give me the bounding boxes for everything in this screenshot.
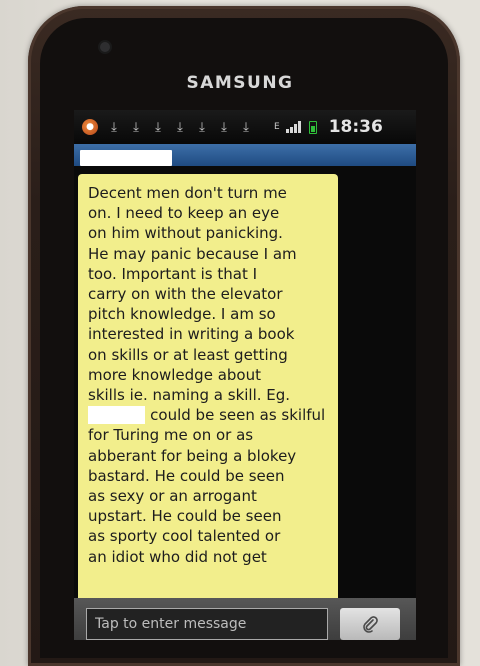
message-composer	[74, 598, 416, 640]
front-camera	[100, 42, 110, 52]
contact-name-redacted	[80, 150, 172, 166]
download-icon: ⤓	[199, 119, 205, 135]
phone-screen: ● ⤓ ⤓ ⤓ ⤓ ⤓ ⤓ ⤓ E 18:36 Decent men don't…	[74, 110, 416, 640]
download-icon: ⤓	[177, 119, 183, 135]
status-bar[interactable]: ● ⤓ ⤓ ⤓ ⤓ ⤓ ⤓ ⤓ E 18:36	[74, 110, 416, 144]
app-notification-icon: ●	[82, 119, 98, 135]
signal-icon	[285, 121, 301, 133]
message-line: skills ie. naming a skill. Eg.	[88, 386, 291, 405]
attach-button[interactable]	[340, 608, 400, 640]
message-line: as sexy or an arrogant	[88, 487, 257, 506]
message-line: on skills or at least getting	[88, 345, 288, 364]
message-line: an idiot who did not get	[88, 547, 267, 566]
message-line: as sporty cool talented or	[88, 527, 281, 546]
message-line: too. Important is that I	[88, 264, 258, 283]
message-line: interested in writing a book	[88, 325, 295, 344]
network-type: E	[274, 122, 280, 132]
message-line: could be seen as skilful	[150, 406, 326, 425]
download-icon: ⤓	[155, 119, 161, 135]
message-bubble[interactable]: Decent men don't turn me on. I need to k…	[78, 174, 338, 604]
message-line: on. I need to keep an eye	[88, 204, 280, 223]
message-line: abberant for being a blokey	[88, 446, 297, 465]
message-input[interactable]	[86, 608, 328, 640]
message-line: on him without panicking.	[88, 224, 283, 243]
message-line: He may panic because I am	[88, 244, 297, 263]
message-line: carry on with the elevator	[88, 285, 283, 304]
redacted-name: XXXXX	[88, 406, 146, 425]
download-icon: ⤓	[221, 119, 227, 135]
message-thread[interactable]: Decent men don't turn me on. I need to k…	[74, 166, 416, 604]
message-line: for Turing me on or as	[88, 426, 254, 445]
battery-icon	[308, 120, 317, 134]
message-line: upstart. He could be seen	[88, 507, 282, 526]
message-line: bastard. He could be seen	[88, 466, 285, 485]
message-text: Decent men don't turn me on. I need to k…	[78, 174, 338, 567]
download-icon: ⤓	[133, 119, 139, 135]
message-line: Decent men don't turn me	[88, 184, 287, 202]
paperclip-icon	[363, 616, 378, 633]
brand-logo: SAMSUNG	[186, 73, 294, 93]
message-line: more knowledge about	[88, 365, 261, 384]
download-icon: ⤓	[243, 119, 249, 135]
message-line: pitch knowledge. I am so	[88, 305, 276, 324]
status-time: 18:36	[328, 117, 383, 137]
download-icon: ⤓	[111, 119, 117, 135]
